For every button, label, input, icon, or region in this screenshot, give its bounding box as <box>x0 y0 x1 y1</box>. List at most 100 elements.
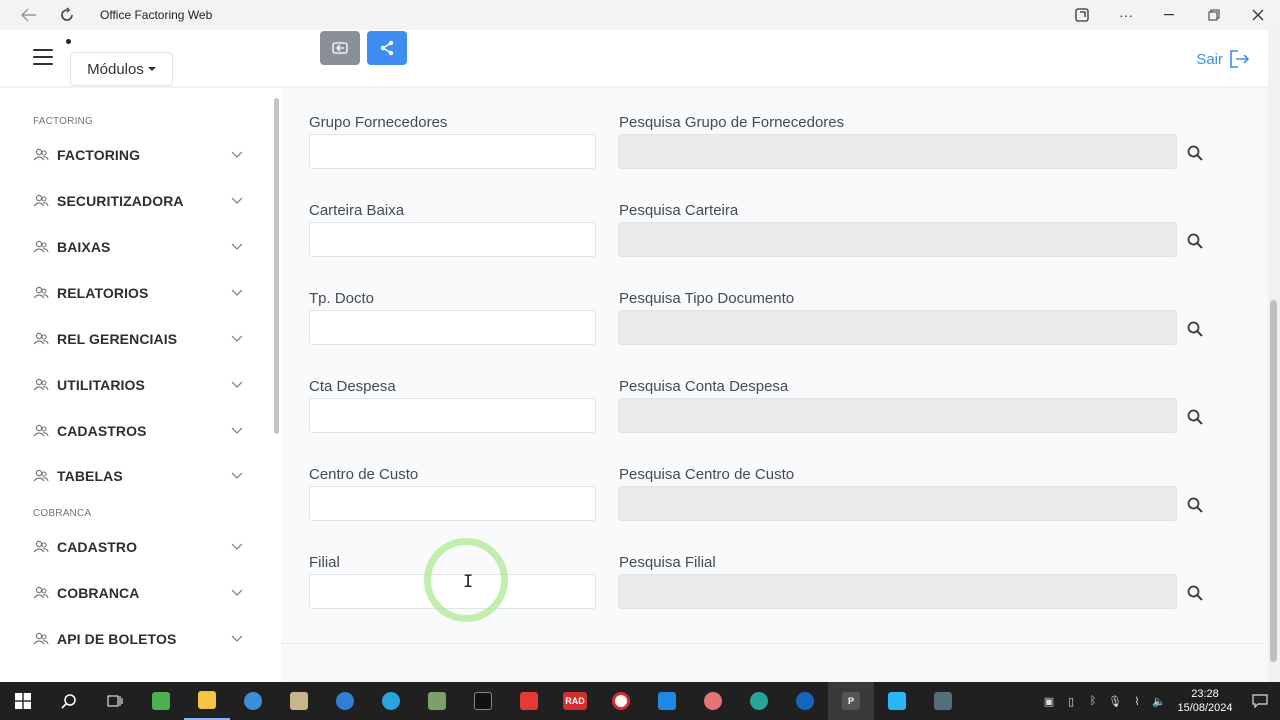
users-icon <box>33 540 49 553</box>
chevron-down-icon <box>231 472 243 479</box>
pesquisa-conta-despesa-field[interactable] <box>618 398 1177 433</box>
p-app-icon[interactable]: P <box>828 682 874 720</box>
taskbar: RAD P ▣ ▯ ᛒ 🎙 ⌇ 🔈 23:28 15/08/2024 <box>0 682 1280 720</box>
sidebar-item-label: COBRANCA <box>57 585 140 601</box>
modulos-dropdown[interactable]: Módulos <box>70 52 173 86</box>
pesquisa-tipo-documento-field[interactable] <box>618 310 1177 345</box>
sidebar-scrollbar-thumb[interactable] <box>274 98 279 434</box>
search-icon[interactable] <box>1186 144 1204 162</box>
pesquisa-filial-field[interactable] <box>618 574 1177 609</box>
search-icon[interactable] <box>46 682 92 720</box>
refresh-icon[interactable] <box>52 0 82 30</box>
network-app-icon[interactable] <box>230 682 276 720</box>
caret-down-icon <box>147 67 156 71</box>
terminal-icon[interactable] <box>460 682 506 720</box>
minimize-icon[interactable] <box>1148 0 1192 30</box>
rad-studio-icon[interactable]: RAD <box>552 682 598 720</box>
archive-app-icon[interactable] <box>276 682 322 720</box>
pesquisa-centro-de-custo-field[interactable] <box>618 486 1177 521</box>
monitor-app-icon[interactable] <box>920 682 966 720</box>
back-arrow-icon[interactable] <box>14 0 44 30</box>
centro-de-custo-input[interactable] <box>309 486 596 521</box>
red-app-icon[interactable] <box>598 682 644 720</box>
carteira-baixa-input[interactable] <box>309 222 596 257</box>
sidebar-item-tabelas[interactable]: TABELAS <box>33 465 243 487</box>
restore-icon[interactable] <box>1192 0 1236 30</box>
edge-icon[interactable] <box>736 682 782 720</box>
sidebar-item-relatorios[interactable]: RELATORIOS <box>33 282 243 304</box>
logout-icon <box>1230 50 1250 68</box>
cta-despesa-input[interactable] <box>309 398 596 433</box>
hamburger-menu-icon[interactable] <box>33 49 53 65</box>
volume-icon[interactable]: 🔈 <box>1148 682 1170 720</box>
anydesk-icon[interactable] <box>506 682 552 720</box>
firefox-icon[interactable] <box>782 682 828 720</box>
grupo-fornecedores-input[interactable] <box>309 134 596 169</box>
vscode-icon[interactable] <box>644 682 690 720</box>
search-icon[interactable] <box>1186 320 1204 338</box>
telegram-icon[interactable] <box>368 682 414 720</box>
pesquisa-carteira-field[interactable] <box>618 222 1177 257</box>
pesquisa-grupo-fornecedores-field[interactable] <box>618 134 1177 169</box>
users-icon <box>33 332 49 345</box>
sidebar-item-baixas[interactable]: BAIXAS <box>33 236 243 258</box>
search-icon[interactable] <box>1186 232 1204 250</box>
dbeaver-icon[interactable] <box>690 682 736 720</box>
chevron-down-icon <box>231 197 243 204</box>
search-field-label: Pesquisa Conta Despesa <box>619 378 789 395</box>
sidebar-item-cobranca[interactable]: COBRANCA <box>33 582 243 604</box>
browser-app-icon[interactable] <box>322 682 368 720</box>
file-explorer-icon[interactable] <box>184 682 230 720</box>
app-icon[interactable] <box>1060 0 1104 30</box>
sidebar-item-label: RELATORIOS <box>57 285 149 301</box>
chevron-down-icon <box>231 381 243 388</box>
chevron-down-icon <box>231 543 243 550</box>
tray-app-icon[interactable]: ▣ <box>1038 682 1060 720</box>
share-button[interactable] <box>367 31 407 65</box>
task-view-icon[interactable] <box>92 682 138 720</box>
sidebar-item-api-de-boletos[interactable]: API DE BOLETOS <box>33 628 243 650</box>
chevron-down-icon <box>231 589 243 596</box>
window-title: Office Factoring Web <box>100 8 213 22</box>
main-scrollbar-thumb[interactable] <box>1270 300 1277 662</box>
notification-icon[interactable] <box>1240 682 1280 720</box>
sair-link[interactable]: Sair <box>1196 50 1251 68</box>
clock-date: 15/08/2024 <box>1177 702 1233 714</box>
chevron-down-icon <box>231 151 243 158</box>
sidebar-item-utilitarios[interactable]: UTILITARIOS <box>33 374 243 396</box>
search-icon[interactable] <box>1186 496 1204 514</box>
sidebar-item-label: CADASTROS <box>57 423 147 439</box>
users-icon <box>33 632 49 645</box>
sidebar-item-label: TABELAS <box>57 468 123 484</box>
search-icon[interactable] <box>1186 408 1204 426</box>
users-icon <box>33 586 49 599</box>
back-button[interactable] <box>320 31 360 65</box>
taskbar-clock[interactable]: 23:28 15/08/2024 <box>1170 687 1240 715</box>
more-options-icon[interactable]: ··· <box>1104 0 1148 30</box>
windows-start-icon[interactable] <box>0 682 46 720</box>
sidebar-item-factoring[interactable]: FACTORING <box>33 144 243 166</box>
close-icon[interactable] <box>1236 0 1280 30</box>
tp-docto-input[interactable] <box>309 310 596 345</box>
sidebar-item-cadastro[interactable]: CADASTRO <box>33 536 243 558</box>
bluetooth-icon[interactable]: ᛒ <box>1082 682 1104 720</box>
users-icon <box>33 469 49 482</box>
sidebar-item-cadastros[interactable]: CADASTROS <box>33 420 243 442</box>
users-icon <box>33 424 49 437</box>
wifi-icon[interactable]: ⌇ <box>1126 682 1148 720</box>
image-app-icon[interactable] <box>414 682 460 720</box>
chevron-down-icon <box>231 289 243 296</box>
search-field-label: Pesquisa Tipo Documento <box>619 290 795 307</box>
users-icon <box>33 194 49 207</box>
sidebar-item-securitizadora[interactable]: SECURITIZADORA <box>33 190 243 212</box>
users-icon <box>33 240 49 253</box>
search-field-label: Pesquisa Filial <box>619 554 716 571</box>
battery-icon[interactable]: ▯ <box>1060 682 1082 720</box>
text-cursor-icon: I <box>463 572 474 592</box>
notepad-app-icon[interactable] <box>138 682 184 720</box>
field-label: Cta Despesa <box>309 378 396 395</box>
sync-app-icon[interactable] <box>874 682 920 720</box>
search-icon[interactable] <box>1186 584 1204 602</box>
microphone-icon[interactable]: 🎙 <box>1104 682 1126 720</box>
sidebar-item-rel-gerenciais[interactable]: REL GERENCIAIS <box>33 328 243 350</box>
